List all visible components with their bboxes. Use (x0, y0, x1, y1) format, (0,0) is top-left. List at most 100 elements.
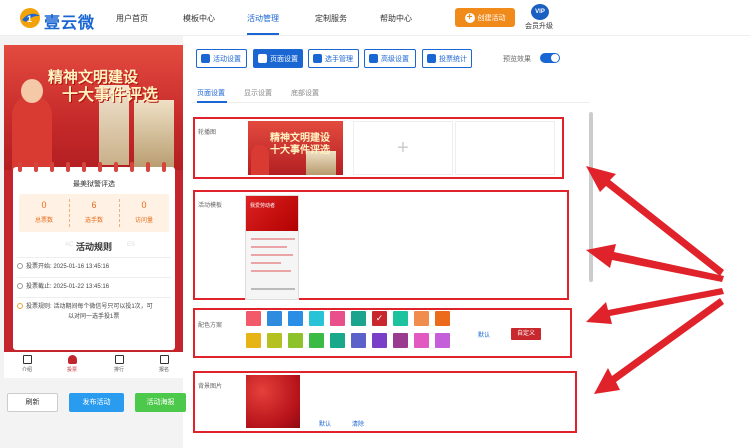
binder-ring (98, 162, 102, 172)
stat-label: 总票数 (34, 218, 53, 224)
stat-label: 选手数 (84, 218, 103, 224)
thumb-person (251, 145, 269, 175)
vote-rule-row: 投票规则: 活动期间每个微信号只可以投1次，可 (17, 303, 153, 312)
preview-nav-ranking[interactable]: 排行 (104, 355, 134, 373)
nav-custom-service[interactable]: 定制服务 (315, 13, 347, 24)
end-time-row: 投票截止: 2025-01-22 13:45:16 (17, 283, 109, 292)
tab-label: 页面设置 (270, 55, 298, 63)
color-swatch[interactable] (351, 333, 366, 348)
subtab-display-settings[interactable]: 显示设置 (244, 88, 272, 98)
color-swatch[interactable] (414, 311, 429, 326)
preview-nav-intro[interactable]: 介绍 (12, 355, 42, 373)
tab-vote-statistics[interactable]: 投票统计 (422, 49, 472, 68)
color-scheme-label: 配色方案 (198, 323, 223, 329)
binder-ring (146, 162, 150, 172)
subtab-page-settings[interactable]: 页面设置 (197, 88, 225, 98)
carousel-empty-slot (455, 121, 555, 175)
color-swatch[interactable] (414, 333, 429, 348)
nav-active-indicator (247, 33, 279, 35)
preview-effect-toggle[interactable] (540, 53, 560, 63)
thumb-title-line2: 十大事件评选 (270, 145, 330, 156)
color-swatch[interactable] (267, 311, 282, 326)
bar-chart-icon (427, 54, 436, 63)
vip-badge-icon[interactable]: VIP (531, 4, 549, 20)
create-activity-button[interactable]: + 创建活动 (455, 8, 515, 27)
color-swatch[interactable] (393, 333, 408, 348)
template-line (251, 262, 281, 264)
color-swatch[interactable] (372, 333, 387, 348)
nav-label: 介绍 (21, 367, 32, 373)
color-swatch[interactable] (246, 311, 261, 326)
color-swatch[interactable] (288, 333, 303, 348)
background-image-thumbnail[interactable] (246, 375, 300, 428)
nav-label: 投票 (66, 367, 77, 373)
refresh-button[interactable]: 刷新 (7, 393, 58, 412)
tab-page-settings[interactable]: 页面设置 (253, 49, 303, 68)
banner-person-face (21, 79, 43, 103)
nav-help[interactable]: 帮助中心 (380, 13, 412, 24)
background-default-link[interactable]: 默认 (319, 419, 331, 428)
binder-ring (162, 162, 166, 172)
tab-advanced-settings[interactable]: 高级设置 (364, 49, 416, 68)
nav-templates[interactable]: 模板中心 (183, 13, 215, 24)
background-clear-link[interactable]: 清除 (352, 419, 364, 428)
vote-rule-text: 活动期间每个微信号只可以投1次，可 (53, 304, 153, 310)
preview-banner: 精神文明建设 十大事件评选 (4, 45, 183, 170)
color-default-link[interactable]: 默认 (478, 330, 490, 339)
color-swatch[interactable] (309, 333, 324, 348)
brand-name[interactable]: 壹云微 (44, 9, 95, 33)
toggle-knob (551, 54, 559, 62)
color-swatch[interactable] (309, 311, 324, 326)
svg-text:1: 1 (27, 14, 32, 24)
activity-poster-button[interactable]: 活动海报 (135, 393, 186, 412)
color-swatch[interactable] (393, 311, 408, 326)
subtab-active-indicator (197, 101, 227, 103)
signup-icon (159, 355, 169, 364)
template-header-text: 我爱劳动者 (250, 203, 276, 209)
color-swatch[interactable]: ✓ (372, 311, 387, 326)
banner-title-line2: 十大事件评选 (62, 87, 159, 104)
color-swatch[interactable] (330, 311, 345, 326)
add-carousel-image-button[interactable]: + (353, 121, 453, 175)
ranking-icon (114, 355, 124, 364)
nav-label: 排行 (113, 367, 124, 373)
vote-rule-text-cont: 以对同一选手投1票 (68, 314, 120, 320)
rules-heading: 活动规则 (75, 242, 112, 252)
color-swatch[interactable] (246, 333, 261, 348)
preview-nav-vote[interactable]: 投票 (57, 355, 87, 373)
binder-ring (66, 162, 70, 172)
preview-nav-signup[interactable]: 报名 (149, 355, 179, 373)
nav-activity-management[interactable]: 活动管理 (247, 13, 279, 24)
color-custom-button[interactable]: 自定义 (511, 328, 541, 340)
template-line (251, 238, 295, 240)
mobile-preview: 精神文明建设 十大事件评选 最美狱警评选 0 总票数 6 选手数 0 访问量 A… (4, 45, 183, 355)
publish-activity-button[interactable]: 发布活动 (69, 393, 124, 412)
activity-title: 最美狱警评选 (73, 181, 115, 188)
color-swatch[interactable] (267, 333, 282, 348)
color-swatch[interactable] (435, 311, 450, 326)
tab-contestant-management[interactable]: 选手管理 (308, 49, 359, 68)
annotation-arrow-2 (586, 244, 724, 282)
color-swatch[interactable] (288, 311, 303, 326)
nav-home[interactable]: 用户首页 (116, 13, 148, 24)
color-swatch[interactable] (435, 333, 450, 348)
end-time-value: 2025-01-22 13:45:16 (53, 284, 110, 290)
color-swatch[interactable] (330, 333, 345, 348)
subtab-divider (192, 102, 590, 103)
vip-upgrade-link[interactable]: 会员升级 (525, 21, 553, 31)
tab-activity-settings[interactable]: 活动设置 (196, 49, 247, 68)
gear-icon (201, 54, 210, 63)
thumb-title-line1: 精神文明建设 (270, 133, 330, 144)
start-time-value: 2025-01-16 13:45:16 (53, 264, 110, 270)
page-gear-icon (258, 54, 267, 63)
binder-ring (34, 162, 38, 172)
intro-icon (22, 355, 32, 364)
app-root: 1 壹云微 用户首页 模板中心 活动管理 定制服务 帮助中心 + 创建活动 VI… (0, 0, 750, 448)
carousel-image[interactable]: 精神文明建设 十大事件评选 (248, 121, 343, 175)
template-label: 活动模板 (198, 203, 223, 209)
color-swatch[interactable] (351, 311, 366, 326)
subtab-footer-settings[interactable]: 底部设置 (291, 88, 319, 98)
start-time-label: 投票开始: (26, 264, 52, 270)
activity-template-thumbnail[interactable]: 我爱劳动者 (245, 195, 299, 300)
info-icon (17, 303, 23, 309)
